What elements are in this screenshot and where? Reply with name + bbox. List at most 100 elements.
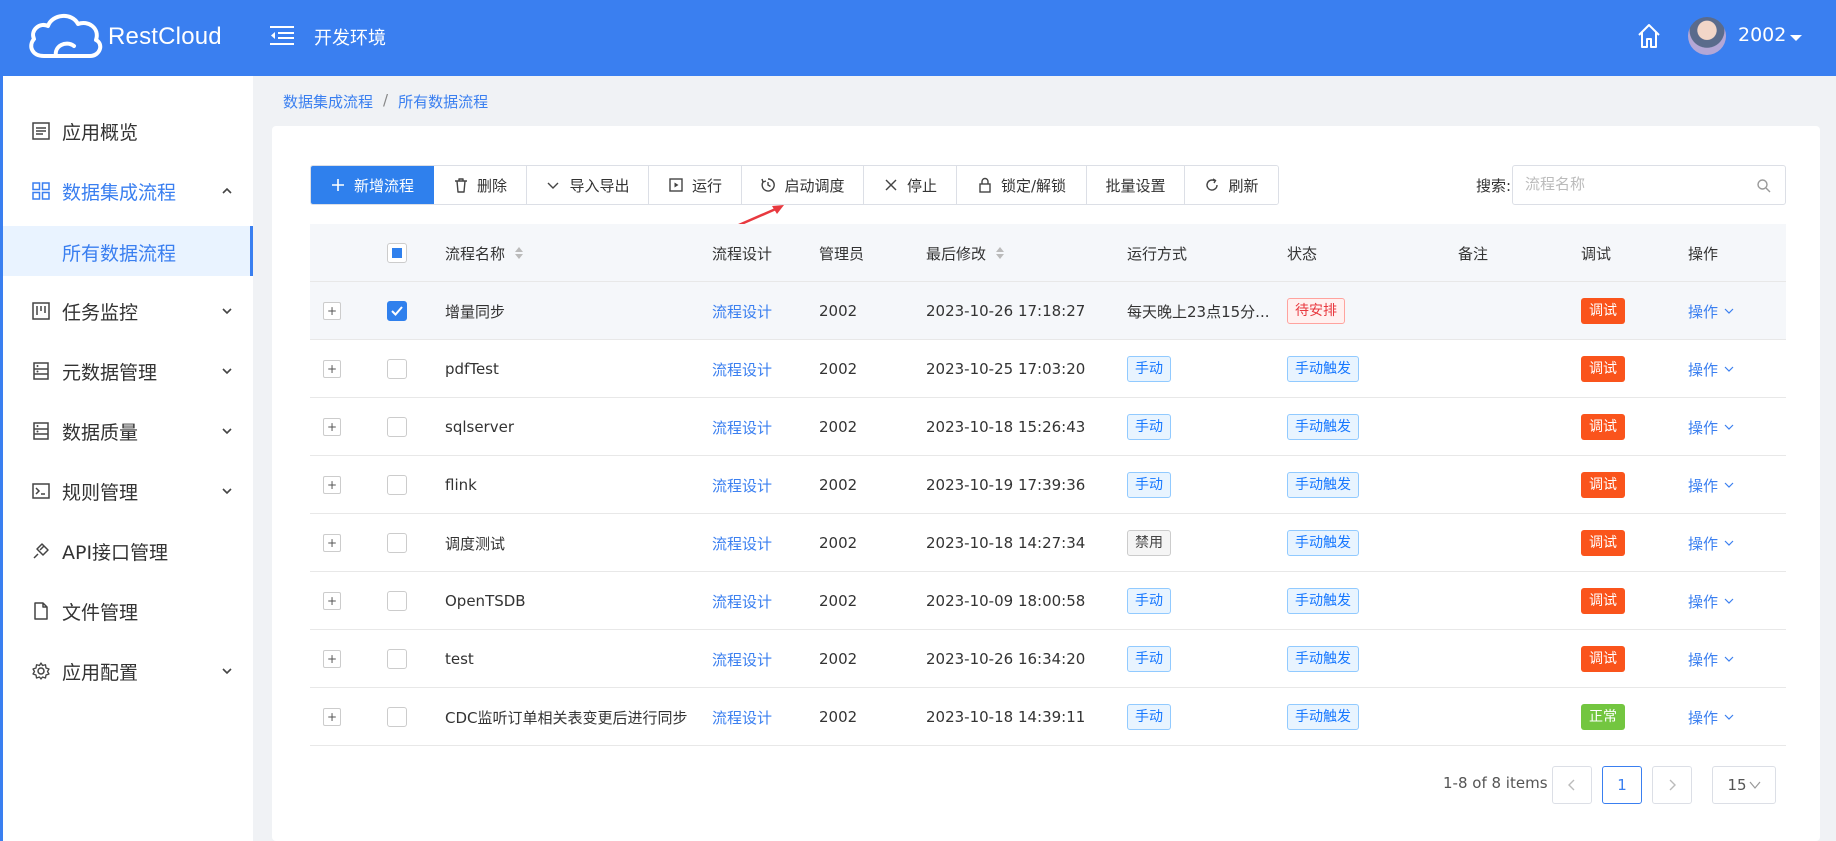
actions-dropdown[interactable]: 操作 — [1688, 649, 1734, 670]
refresh-icon — [1206, 178, 1219, 191]
flow-design-link[interactable]: 流程设计 — [712, 688, 772, 746]
user-name[interactable]: 2002 — [1738, 24, 1786, 46]
add-flow-button[interactable]: 新增流程 — [311, 166, 434, 204]
flow-design-link[interactable]: 流程设计 — [712, 398, 772, 456]
row-checkbox[interactable] — [387, 649, 407, 669]
row-checkbox[interactable] — [387, 417, 407, 437]
actions-dropdown[interactable]: 操作 — [1688, 301, 1734, 322]
trash-icon — [454, 178, 467, 193]
search-icon[interactable] — [1756, 178, 1771, 193]
terminal-icon — [32, 483, 50, 499]
table-row: + sqlserver 流程设计 2002 2023-10-18 15:26:43 手动 手… — [310, 398, 1786, 456]
menu-fold-icon[interactable] — [270, 24, 294, 46]
chevron-down-icon — [1724, 598, 1734, 604]
stop-button[interactable]: 停止 — [864, 166, 957, 204]
home-icon[interactable] — [1636, 22, 1662, 50]
checkbox-cell — [387, 456, 407, 514]
import-export-button[interactable]: 导入导出 — [527, 166, 649, 204]
start-schedule-button[interactable]: 启动调度 — [742, 166, 864, 204]
chevron-down-icon — [1724, 482, 1734, 488]
sort-icon[interactable] — [996, 247, 1005, 259]
flow-table: 流程名称 流程设计 管理员 最后修改 运行方式 状态 备注 调试 操作 + 增量同… — [310, 224, 1786, 746]
sidebar-item-app-config[interactable]: 应用配置 — [3, 641, 253, 701]
actions-dropdown[interactable]: 操作 — [1688, 707, 1734, 728]
refresh-button[interactable]: 刷新 — [1185, 166, 1278, 204]
flow-name: test — [445, 650, 474, 668]
gear-icon — [32, 662, 50, 680]
expand-row-button[interactable]: + — [323, 418, 341, 436]
actions-dropdown[interactable]: 操作 — [1688, 359, 1734, 380]
sort-icon[interactable] — [515, 247, 524, 259]
expand-row-button[interactable]: + — [323, 708, 341, 726]
row-checkbox[interactable] — [387, 475, 407, 495]
flow-modified: 2023-10-26 16:34:20 — [926, 650, 1086, 668]
lock-unlock-button[interactable]: 锁定/解锁 — [957, 166, 1087, 204]
flow-design-link[interactable]: 流程设计 — [712, 340, 772, 398]
expand-row-button[interactable]: + — [323, 476, 341, 494]
delete-button[interactable]: 删除 — [434, 166, 527, 204]
sidebar-item-task-monitor[interactable]: 任务监控 — [3, 281, 253, 341]
flow-design-link[interactable]: 流程设计 — [712, 572, 772, 630]
sidebar-item-api[interactable]: API接口管理 — [3, 521, 253, 581]
sidebar-subitem-all-flows[interactable]: 所有数据流程 — [3, 226, 253, 276]
table-row: + test 流程设计 2002 2023-10-26 16:34:20 手动 手动触发 调试… — [310, 630, 1786, 688]
caret-down-icon[interactable] — [1790, 35, 1802, 41]
row-checkbox[interactable] — [387, 591, 407, 611]
sidebar-item-label: 元数据管理 — [62, 361, 158, 384]
select-all-checkbox[interactable] — [387, 243, 407, 263]
debug-button[interactable]: 调试 — [1581, 588, 1625, 614]
prev-page-button[interactable] — [1552, 766, 1592, 804]
logo[interactable]: RestCloud — [26, 10, 222, 64]
header-name[interactable]: 流程名称 — [445, 224, 524, 282]
sidebar-item-metadata[interactable]: 元数据管理 — [3, 341, 253, 401]
run-button[interactable]: 运行 — [649, 166, 742, 204]
page-button-current[interactable]: 1 — [1602, 766, 1642, 804]
row-checkbox[interactable] — [387, 359, 407, 379]
search-input[interactable] — [1525, 175, 1745, 193]
expand-row-button[interactable]: + — [323, 302, 341, 320]
sidebar-item-rules[interactable]: 规则管理 — [3, 461, 253, 521]
debug-button[interactable]: 调试 — [1581, 472, 1625, 498]
debug-button[interactable]: 调试 — [1581, 356, 1625, 382]
flow-design-link[interactable]: 流程设计 — [712, 514, 772, 572]
breadcrumb-parent[interactable]: 数据集成流程 — [283, 91, 373, 112]
flow-admin: 2002 — [819, 650, 858, 668]
flow-modified: 2023-10-09 18:00:58 — [926, 592, 1086, 610]
page-size-select[interactable]: 15 — [1712, 766, 1776, 804]
flow-design-link[interactable]: 流程设计 — [712, 456, 772, 514]
expand-row-button[interactable]: + — [323, 592, 341, 610]
flow-design-link[interactable]: 流程设计 — [712, 282, 772, 340]
row-checkbox[interactable] — [387, 707, 407, 727]
actions-dropdown[interactable]: 操作 — [1688, 475, 1734, 496]
actions-dropdown[interactable]: 操作 — [1688, 533, 1734, 554]
expand-row-button[interactable]: + — [323, 534, 341, 552]
header-modified[interactable]: 最后修改 — [926, 224, 1005, 282]
stop-label: 停止 — [906, 176, 937, 195]
status-cell: 待安排 — [1287, 282, 1345, 340]
debug-button[interactable]: 调试 — [1581, 530, 1625, 556]
run-mode-tag: 手动 — [1127, 588, 1171, 614]
sidebar-item-overview[interactable]: 应用概览 — [3, 101, 253, 161]
breadcrumb-separator: / — [383, 91, 389, 109]
sidebar-item-data-integration[interactable]: 数据集成流程 — [3, 161, 253, 221]
expand-cell: + — [323, 340, 341, 398]
sidebar-item-data-quality[interactable]: 数据质量 — [3, 401, 253, 461]
expand-row-button[interactable]: + — [323, 360, 341, 378]
expand-row-button[interactable]: + — [323, 650, 341, 668]
next-page-button[interactable] — [1652, 766, 1692, 804]
table-header: 流程名称 流程设计 管理员 最后修改 运行方式 状态 备注 调试 操作 — [310, 224, 1786, 282]
debug-button[interactable]: 调试 — [1581, 646, 1625, 672]
actions-dropdown[interactable]: 操作 — [1688, 591, 1734, 612]
debug-button[interactable]: 正常 — [1581, 704, 1625, 730]
debug-button[interactable]: 调试 — [1581, 298, 1625, 324]
flow-design-link[interactable]: 流程设计 — [712, 630, 772, 688]
batch-settings-button[interactable]: 批量设置 — [1087, 166, 1185, 204]
run-mode-tag: 手动 — [1127, 356, 1171, 382]
batch-settings-label: 批量设置 — [1105, 176, 1166, 195]
row-checkbox[interactable] — [387, 533, 407, 553]
debug-button[interactable]: 调试 — [1581, 414, 1625, 440]
sidebar-item-files[interactable]: 文件管理 — [3, 581, 253, 641]
row-checkbox[interactable] — [387, 301, 407, 321]
avatar[interactable] — [1688, 17, 1726, 55]
actions-dropdown[interactable]: 操作 — [1688, 417, 1734, 438]
